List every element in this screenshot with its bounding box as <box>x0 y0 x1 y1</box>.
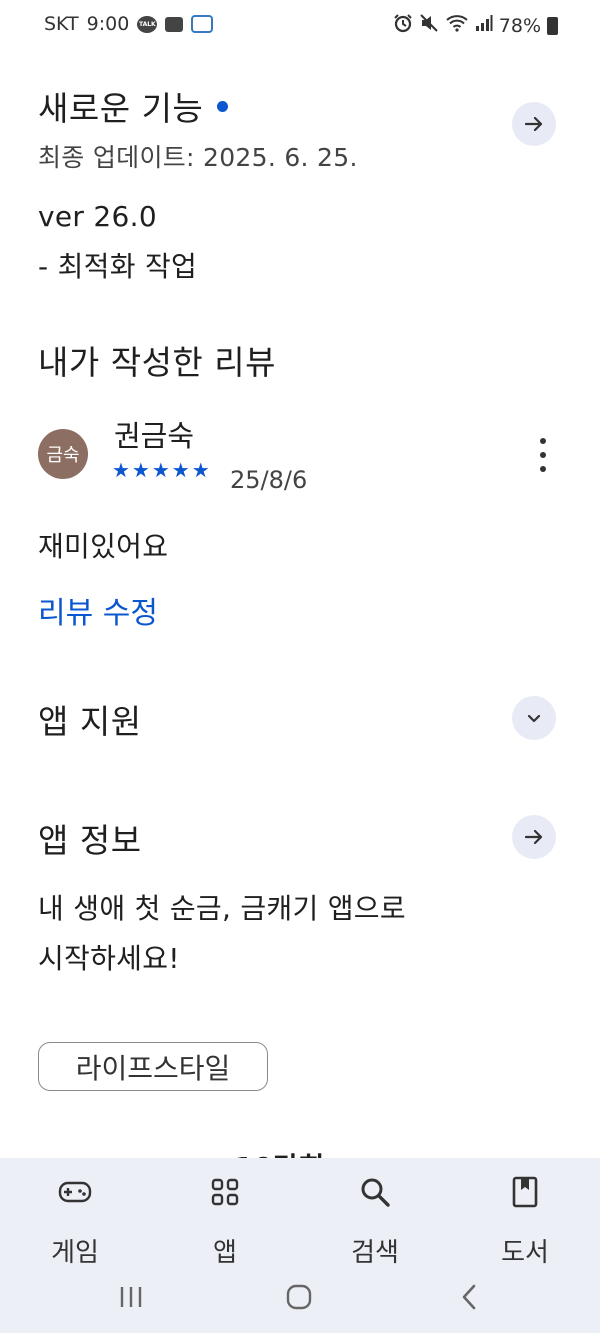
nav-item-apps[interactable]: 앱 <box>165 1172 285 1269</box>
signal-icon <box>475 14 493 37</box>
home-icon[interactable] <box>284 1282 314 1312</box>
star-rating: ★★★★★ <box>112 458 212 482</box>
whats-new-title: 새로운 기능 <box>38 89 204 128</box>
book-icon <box>505 1172 545 1212</box>
release-notes: ver 26.0 - 최적화 작업 <box>38 192 556 292</box>
whats-new-section: 새로운 기능 최종 업데이트: 2025. 6. 25. <box>38 82 556 174</box>
last-updated: 최종 업데이트: 2025. 6. 25. <box>38 143 358 172</box>
back-icon[interactable] <box>454 1282 484 1312</box>
app-description: 내 생애 첫 순금, 금캐기 앱으로 시작하세요! <box>38 884 556 984</box>
reviewer-name: 권금숙 <box>114 419 195 453</box>
avatar: 금숙 <box>38 429 88 479</box>
edit-review-row: 리뷰 수정 <box>38 588 556 632</box>
clock: 9:00 <box>86 13 130 35</box>
gamepad-icon <box>55 1172 95 1212</box>
recent-apps-icon[interactable] <box>116 1282 146 1312</box>
more-options-icon[interactable] <box>530 438 556 472</box>
wifi-icon <box>445 13 469 38</box>
carrier-label: SKT <box>44 13 79 35</box>
nav-label-apps: 앱 <box>213 1238 237 1268</box>
nav-item-books[interactable]: 도서 <box>465 1172 585 1269</box>
nav-label-games: 게임 <box>51 1238 99 1268</box>
battery-percent: 78% <box>498 14 541 37</box>
search-icon <box>355 1172 395 1212</box>
release-note-text: - 최적화 작업 <box>38 250 198 283</box>
arrow-right-icon <box>524 829 543 845</box>
status-bar-left: SKT 9:00 TALK <box>44 13 214 35</box>
review-date: 25/8/6 <box>230 466 308 494</box>
app-notification-icon <box>191 15 214 33</box>
app-info-section: 앱 정보 <box>38 814 556 862</box>
app-info-title: 앱 정보 <box>38 821 142 860</box>
new-indicator-dot <box>217 101 229 112</box>
edit-review-link[interactable]: 리뷰 수정 <box>38 596 158 631</box>
app-description-line-2: 시작하세요! <box>38 942 180 975</box>
whats-new-heading: 새로운 기능 <box>38 82 556 130</box>
app-support-title: 앱 지원 <box>38 702 142 741</box>
battery-icon <box>547 16 558 35</box>
app-info-arrow-button[interactable] <box>512 815 556 859</box>
my-review-section: 내가 작성한 리뷰 <box>38 336 556 384</box>
nav-item-search[interactable]: 검색 <box>315 1172 435 1269</box>
message-notification-icon <box>165 16 184 32</box>
apps-grid-icon <box>205 1172 245 1212</box>
nav-label-books: 도서 <box>501 1238 549 1268</box>
review-text: 재미있어요 <box>38 530 169 563</box>
app-support-section[interactable]: 앱 지원 <box>38 695 556 743</box>
system-navigation-bar <box>0 1270 600 1330</box>
app-description-line-1: 내 생애 첫 순금, 금캐기 앱으로 <box>38 892 406 925</box>
status-bar: SKT 9:00 TALK 78% <box>0 0 600 52</box>
category-chip[interactable]: 라이프스타일 <box>38 1042 268 1091</box>
version-text: ver 26.0 <box>38 200 157 233</box>
chevron-down-icon <box>527 714 541 723</box>
mute-icon <box>419 13 439 38</box>
status-bar-right: 78% <box>393 13 558 38</box>
arrow-right-icon <box>524 116 543 132</box>
alarm-icon <box>393 13 413 38</box>
nav-item-games[interactable]: 게임 <box>15 1172 135 1269</box>
whats-new-arrow-button[interactable] <box>512 102 556 146</box>
nav-label-search: 검색 <box>351 1238 399 1268</box>
app-support-expand-button[interactable] <box>512 696 556 740</box>
my-review-title: 내가 작성한 리뷰 <box>38 343 276 382</box>
kakaotalk-notification-icon: TALK <box>137 15 158 33</box>
review-body: 재미있어요 <box>38 522 556 572</box>
